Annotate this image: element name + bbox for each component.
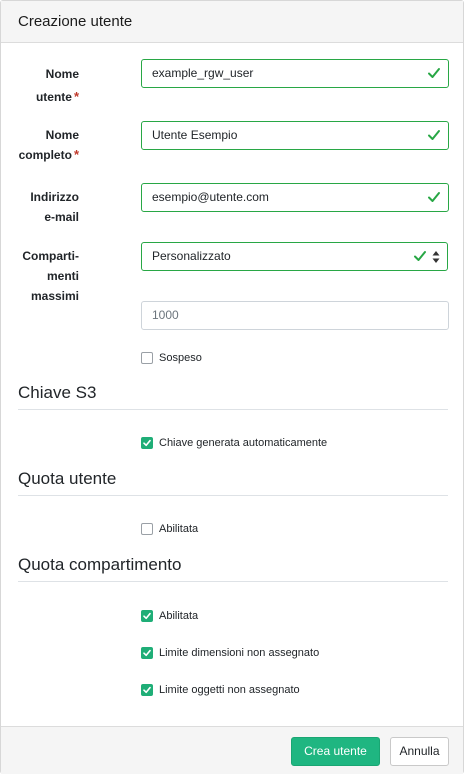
checkmark-icon [143, 649, 151, 657]
check-icon [428, 192, 440, 202]
max-buckets-select[interactable]: Personalizzato [141, 242, 448, 271]
checkmark-icon [143, 439, 151, 447]
unlimited-objects-row[interactable]: Limite oggetti non assegnato [141, 682, 300, 698]
user-quota-section-title: Quota utente [18, 469, 117, 488]
section-divider [18, 495, 448, 496]
email-label-line1: Indirizzo [30, 190, 79, 204]
unlimited-size-label: Limite dimensioni non assegnato [159, 647, 320, 659]
email-value: esempio@utente.com [152, 190, 269, 204]
max-buckets-label-line2: menti [46, 269, 79, 283]
required-marker: * [73, 147, 79, 162]
email-label: Indirizzo e-mail [30, 187, 79, 227]
checkmark-icon [143, 686, 151, 694]
max-buckets-custom-input[interactable]: 1000 [141, 301, 449, 330]
s3-key-section-title: Chiave S3 [18, 383, 97, 402]
cancel-button[interactable]: Annulla [390, 737, 449, 766]
checkmark-icon [143, 612, 151, 620]
bucket-quota-enabled-checkbox[interactable] [141, 610, 153, 622]
auto-generate-key-label: Chiave generata automaticamente [159, 437, 328, 449]
fullname-value: Utente Esempio [152, 128, 238, 142]
user-quota-enabled-row[interactable]: Abilitata [141, 521, 198, 537]
email-input[interactable]: esempio@utente.com [141, 183, 449, 212]
bucket-quota-enabled-label: Abilitata [159, 610, 199, 622]
auto-generate-key-row[interactable]: Chiave generata automaticamente [141, 435, 327, 451]
suspended-label: Sospeso [159, 352, 202, 364]
unlimited-objects-label: Limite oggetti non assegnato [159, 684, 300, 696]
user-quota-enabled-label: Abilitata [159, 523, 199, 535]
bucket-quota-enabled-row[interactable]: Abilitata [141, 608, 198, 624]
username-label-line1: Nome [45, 67, 79, 81]
max-buckets-label-line1: Comparti- [22, 249, 79, 263]
unlimited-size-row[interactable]: Limite dimensioni non assegnato [141, 645, 319, 661]
max-buckets-label-line3: massimi [30, 289, 79, 303]
username-label-line2: utente [35, 90, 72, 104]
max-buckets-custom-value: 1000 [152, 308, 179, 322]
required-marker: * [73, 89, 79, 104]
form-footer: Crea utente Annulla [1, 726, 463, 774]
unlimited-size-checkbox[interactable] [141, 647, 153, 659]
suspended-checkbox[interactable] [141, 352, 153, 364]
check-icon [428, 130, 440, 140]
fullname-label-line2: completo [18, 148, 72, 162]
unlimited-objects-checkbox[interactable] [141, 684, 153, 696]
suspended-checkbox-row[interactable]: Sospeso [141, 350, 202, 366]
form-title: Creazione utente [1, 1, 463, 43]
email-label-line2: e-mail [44, 210, 79, 224]
create-user-button[interactable]: Crea utente [291, 737, 380, 766]
max-buckets-label: Comparti- menti massimi [22, 246, 79, 306]
fullname-label-line1: Nome [45, 128, 79, 142]
username-label: Nome utente * [36, 64, 79, 107]
section-divider [18, 409, 448, 410]
username-input[interactable]: example_rgw_user [141, 59, 449, 88]
check-icon [428, 68, 440, 78]
fullname-input[interactable]: Utente Esempio [141, 121, 449, 150]
section-divider [18, 581, 448, 582]
fullname-label: Nome completo * [19, 125, 79, 165]
create-user-form: Creazione utente Nome utente * example_rg… [0, 0, 464, 774]
check-icon [414, 251, 426, 261]
username-value: example_rgw_user [152, 66, 254, 80]
max-buckets-selected: Personalizzato [152, 249, 231, 263]
auto-generate-key-checkbox[interactable] [141, 437, 153, 449]
updown-icon [432, 251, 440, 263]
bucket-quota-section-title: Quota compartimento [18, 555, 182, 574]
user-quota-enabled-checkbox[interactable] [141, 523, 153, 535]
